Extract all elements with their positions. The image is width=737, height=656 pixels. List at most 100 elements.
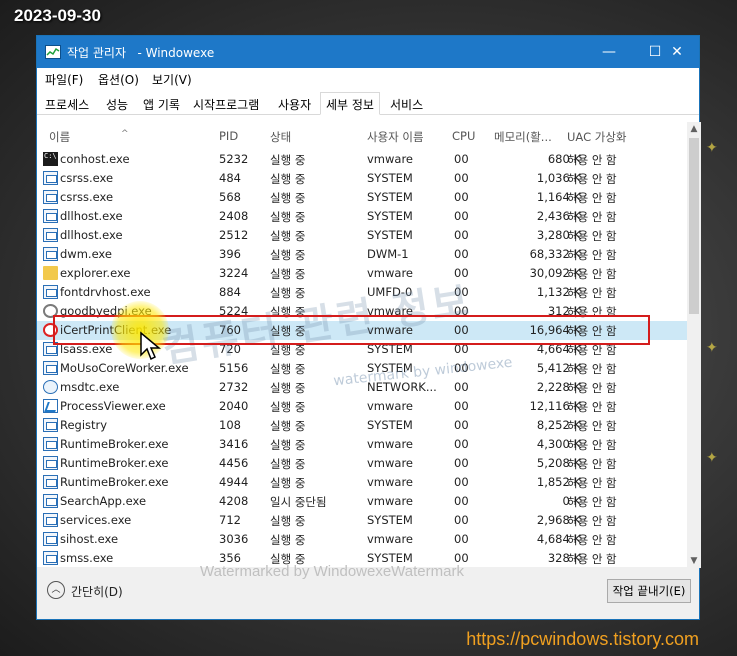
process-status: 실행 중 (270, 153, 306, 167)
column-header-uac[interactable]: UAC 가상화 (567, 129, 627, 145)
exe-icon (43, 532, 58, 546)
process-pid: 4208 (219, 494, 249, 508)
process-cpu: 00 (454, 456, 469, 470)
collapse-button[interactable]: 간단히(D) (71, 583, 123, 600)
menu-file[interactable]: 파일(F) (45, 71, 83, 88)
column-header-name[interactable]: 이름 (49, 129, 70, 145)
table-row[interactable]: dwm.exe 396 실행 중 DWM-1 00 68,332 K 허용 안 함 (37, 245, 687, 264)
table-row[interactable]: dllhost.exe 2512 실행 중 SYSTEM 00 3,280 K 허용 안 함 (37, 226, 687, 245)
exe-icon (43, 171, 58, 185)
process-name: fontdrvhost.exe (60, 285, 151, 299)
tab-strip: 프로세스 성능 앱 기록 시작프로그램 사용자 세부 정보 서비스 (37, 92, 699, 115)
process-user: vmware (367, 475, 414, 489)
star-decoration-icon: ✦ (706, 140, 718, 156)
process-pid: 2732 (219, 380, 249, 394)
table-row[interactable]: Registry 108 실행 중 SYSTEM 00 8,252 K 허용 안 함 (37, 416, 687, 435)
tab-startup[interactable]: 시작프로그램 (193, 95, 259, 114)
process-pid: 4944 (219, 475, 249, 489)
column-header-status[interactable]: 상태 (270, 129, 291, 145)
tab-processes[interactable]: 프로세스 (45, 95, 89, 114)
process-uac: 허용 안 함 (567, 172, 617, 186)
process-status: 실행 중 (270, 191, 306, 205)
tab-users[interactable]: 사용자 (278, 95, 311, 114)
process-name: sihost.exe (60, 532, 119, 546)
scroll-down-icon[interactable]: ▼ (687, 554, 701, 568)
process-user: SYSTEM (367, 418, 413, 432)
process-name: services.exe (60, 513, 132, 527)
process-status: 실행 중 (270, 514, 306, 528)
process-cpu: 00 (454, 247, 469, 261)
window-title-main: 작업 관리자 (67, 46, 127, 60)
source-url: https://pcwindows.tistory.com (466, 629, 699, 649)
menu-view[interactable]: 보기(V) (152, 71, 192, 88)
process-pid: 484 (219, 171, 241, 185)
process-name: smss.exe (60, 551, 114, 565)
task-manager-icon (45, 45, 61, 59)
table-row[interactable]: services.exe 712 실행 중 SYSTEM 00 2,968 K 허용 안 함 (37, 511, 687, 530)
table-row[interactable]: sihost.exe 3036 실행 중 vmware 00 4,684 K 허용 안 함 (37, 530, 687, 549)
process-name: RuntimeBroker.exe (60, 475, 169, 489)
wave-icon (43, 399, 58, 413)
table-row[interactable]: explorer.exe 3224 실행 중 vmware 00 30,092 K 허용 안… (37, 264, 687, 283)
table-row[interactable]: ProcessViewer.exe 2040 실행 중 vmware 00 12,116 … (37, 397, 687, 416)
column-header-memory[interactable]: 메모리(활... (494, 129, 552, 145)
title-bar[interactable]: 작업 관리자 - Windowexe — ☐ ✕ (37, 36, 699, 68)
exe-icon (43, 361, 58, 375)
star-decoration-icon: ✦ (706, 340, 718, 356)
process-user: vmware (367, 152, 414, 166)
process-user: vmware (367, 437, 414, 451)
table-row[interactable]: csrss.exe 484 실행 중 SYSTEM 00 1,036 K 허용 안 함 (37, 169, 687, 188)
process-status: 실행 중 (270, 400, 306, 414)
process-uac: 허용 안 함 (567, 495, 617, 509)
column-header-user[interactable]: 사용자 이름 (367, 129, 424, 145)
table-row[interactable]: RuntimeBroker.exe 4456 실행 중 vmware 00 5,208 K… (37, 454, 687, 473)
process-pid: 2512 (219, 228, 249, 242)
tab-details[interactable]: 세부 정보 (320, 92, 380, 115)
process-pid: 396 (219, 247, 241, 261)
network-icon (43, 380, 58, 394)
process-uac: 허용 안 함 (567, 248, 617, 262)
process-name: RuntimeBroker.exe (60, 437, 169, 451)
tab-app-history[interactable]: 앱 기록 (143, 95, 180, 114)
vertical-scrollbar[interactable]: ▲ ▼ (687, 122, 701, 568)
menu-bar: 파일(F) 옵션(O) 보기(V) (37, 69, 699, 89)
process-pid: 712 (219, 513, 241, 527)
tab-performance[interactable]: 성능 (106, 95, 128, 114)
process-cpu: 00 (454, 152, 469, 166)
process-user: vmware (367, 456, 414, 470)
process-name: csrss.exe (60, 171, 114, 185)
minimize-button[interactable]: — (586, 36, 632, 68)
process-cpu: 00 (454, 228, 469, 242)
process-status: 실행 중 (270, 438, 306, 452)
tab-services[interactable]: 서비스 (390, 95, 423, 114)
table-row[interactable]: RuntimeBroker.exe 4944 실행 중 vmware 00 1,852 K… (37, 473, 687, 492)
process-status: 실행 중 (270, 476, 306, 490)
process-uac: 허용 안 함 (567, 153, 617, 167)
scrollbar-thumb[interactable] (689, 138, 699, 314)
process-name: explorer.exe (60, 266, 131, 280)
end-task-button[interactable]: 작업 끝내기(E) (607, 579, 691, 603)
column-header-cpu[interactable]: CPU (452, 129, 475, 143)
column-header-pid[interactable]: PID (219, 129, 238, 143)
menu-options[interactable]: 옵션(O) (98, 71, 139, 88)
process-user: DWM-1 (367, 247, 409, 261)
chevron-up-icon[interactable]: ︿ (47, 581, 65, 599)
process-uac: 허용 안 함 (567, 191, 617, 205)
process-cpu: 00 (454, 399, 469, 413)
console-icon (43, 152, 58, 166)
close-button[interactable]: ✕ (655, 36, 699, 68)
process-user: vmware (367, 399, 414, 413)
table-row[interactable]: conhost.exe5232실행 중vmware00680 K허용 안 함 (37, 150, 687, 169)
table-row[interactable]: SearchApp.exe 4208 일시 중단됨 vmware 00 0 K 허용 안 함 (37, 492, 687, 511)
process-cpu: 00 (454, 209, 469, 223)
folder-icon (43, 266, 58, 280)
date-stamp: 2023-09-30 (14, 6, 101, 25)
table-row[interactable]: csrss.exe 568 실행 중 SYSTEM 00 1,164 K 허용 안 함 (37, 188, 687, 207)
table-row[interactable]: dllhost.exe 2408 실행 중 SYSTEM 00 2,436 K 허용 안 함 (37, 207, 687, 226)
process-status: 실행 중 (270, 362, 306, 376)
process-name: Registry (60, 418, 108, 432)
table-row[interactable]: RuntimeBroker.exe 3416 실행 중 vmware 00 4,300 K… (37, 435, 687, 454)
process-uac: 허용 안 함 (567, 362, 617, 376)
process-uac: 허용 안 함 (567, 400, 617, 414)
scroll-up-icon[interactable]: ▲ (687, 122, 701, 136)
